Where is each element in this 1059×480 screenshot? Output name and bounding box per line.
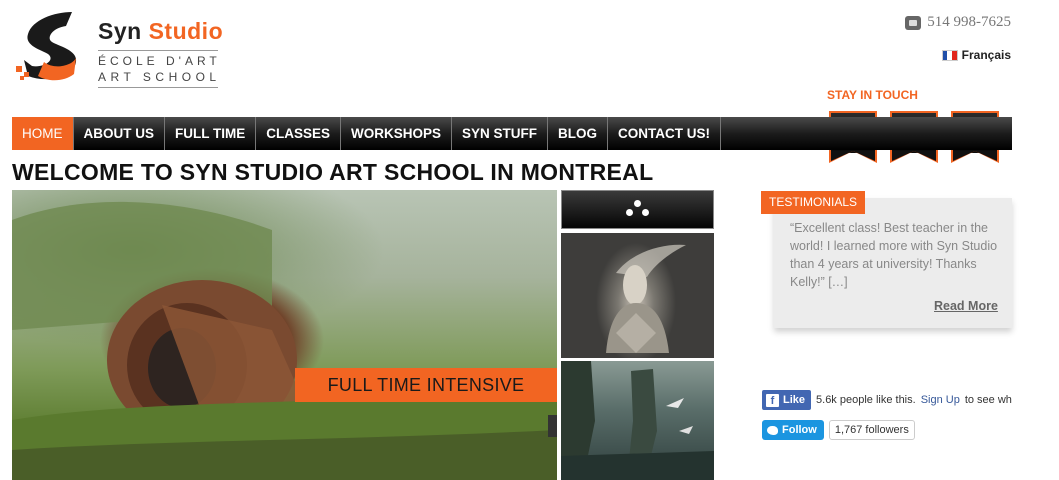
nav-classes[interactable]: CLASSES — [256, 117, 342, 150]
follow-label: Follow — [782, 424, 817, 436]
twitter-bird-icon — [767, 425, 778, 435]
facebook-signup-link[interactable]: Sign Up — [921, 394, 960, 406]
brand-name: Syn Studio — [98, 18, 224, 44]
thumbnail-armored-figure[interactable] — [561, 233, 714, 358]
brand-subtitle-fr: ÉCOLE D'ART — [98, 54, 221, 68]
like-label: Like — [783, 394, 806, 406]
read-more-link[interactable]: Read More — [934, 299, 998, 313]
nav-contact-us[interactable]: CONTACT US! — [608, 117, 722, 150]
testimonials-tab: TESTIMONIALS — [761, 191, 866, 214]
site-logo[interactable]: Syn Studio ÉCOLE D'ART ART SCHOOL — [14, 10, 224, 90]
full-time-intensive-banner[interactable]: FULL TIME INTENSIVE — [295, 368, 557, 402]
followers-count: 1,767 followers — [828, 420, 915, 440]
twitter-follow-button[interactable]: Follow — [762, 420, 824, 440]
facebook-like-button[interactable]: f Like — [762, 390, 812, 410]
facebook-icon: f — [766, 393, 779, 407]
thumbnail-art — [606, 244, 686, 353]
hero-slide-image[interactable] — [12, 190, 557, 480]
phone-icon — [905, 15, 922, 30]
logo-divider — [98, 87, 218, 88]
syn-s-logo-icon — [16, 12, 77, 81]
nav-blog[interactable]: BLOG — [548, 117, 609, 150]
slider-next-arrow[interactable] — [548, 415, 557, 437]
like-count-text: 5.6k people like this. — [816, 394, 916, 406]
page-title: WELCOME TO SYN STUDIO ART SCHOOL IN MONT… — [12, 159, 654, 185]
french-flag-icon — [941, 49, 958, 61]
logo-divider — [98, 50, 218, 51]
phone-text: 514 998-7625 — [927, 14, 1011, 30]
nav-syn-stuff[interactable]: SYN STUFF — [452, 117, 549, 150]
twitter-follow-widget: Follow 1,767 followers — [762, 420, 915, 440]
brand-subtitle-en: ART SCHOOL — [98, 70, 221, 84]
nav-full-time[interactable]: FULL TIME — [165, 117, 257, 150]
main-nav: HOME ABOUT US FULL TIME CLASSES WORKSHOP… — [12, 117, 1012, 150]
nav-home[interactable]: HOME — [12, 117, 74, 150]
stay-in-touch-title: STAY IN TOUCH — [827, 88, 918, 102]
language-label: Français — [961, 48, 1011, 62]
slider-scroll-up-button[interactable] — [561, 190, 714, 229]
nav-about-us[interactable]: ABOUT US — [74, 117, 165, 150]
facebook-like-widget: f Like 5.6k people like this. Sign Up to… — [762, 390, 1012, 410]
phone-number: 514 998-7625 — [905, 14, 1011, 31]
signup-rest-text: to see what — [964, 394, 1012, 406]
language-switch[interactable]: Français — [941, 48, 1011, 62]
triangle-dots-icon — [622, 200, 654, 220]
testimonial-quote: “Excellent class! Best teacher in the wo… — [790, 221, 998, 289]
thumbnail-sea-cliffs[interactable] — [561, 361, 714, 480]
thumbnail-art — [561, 361, 714, 480]
hero-artwork — [12, 201, 557, 480]
nav-workshops[interactable]: WORKSHOPS — [341, 117, 453, 150]
